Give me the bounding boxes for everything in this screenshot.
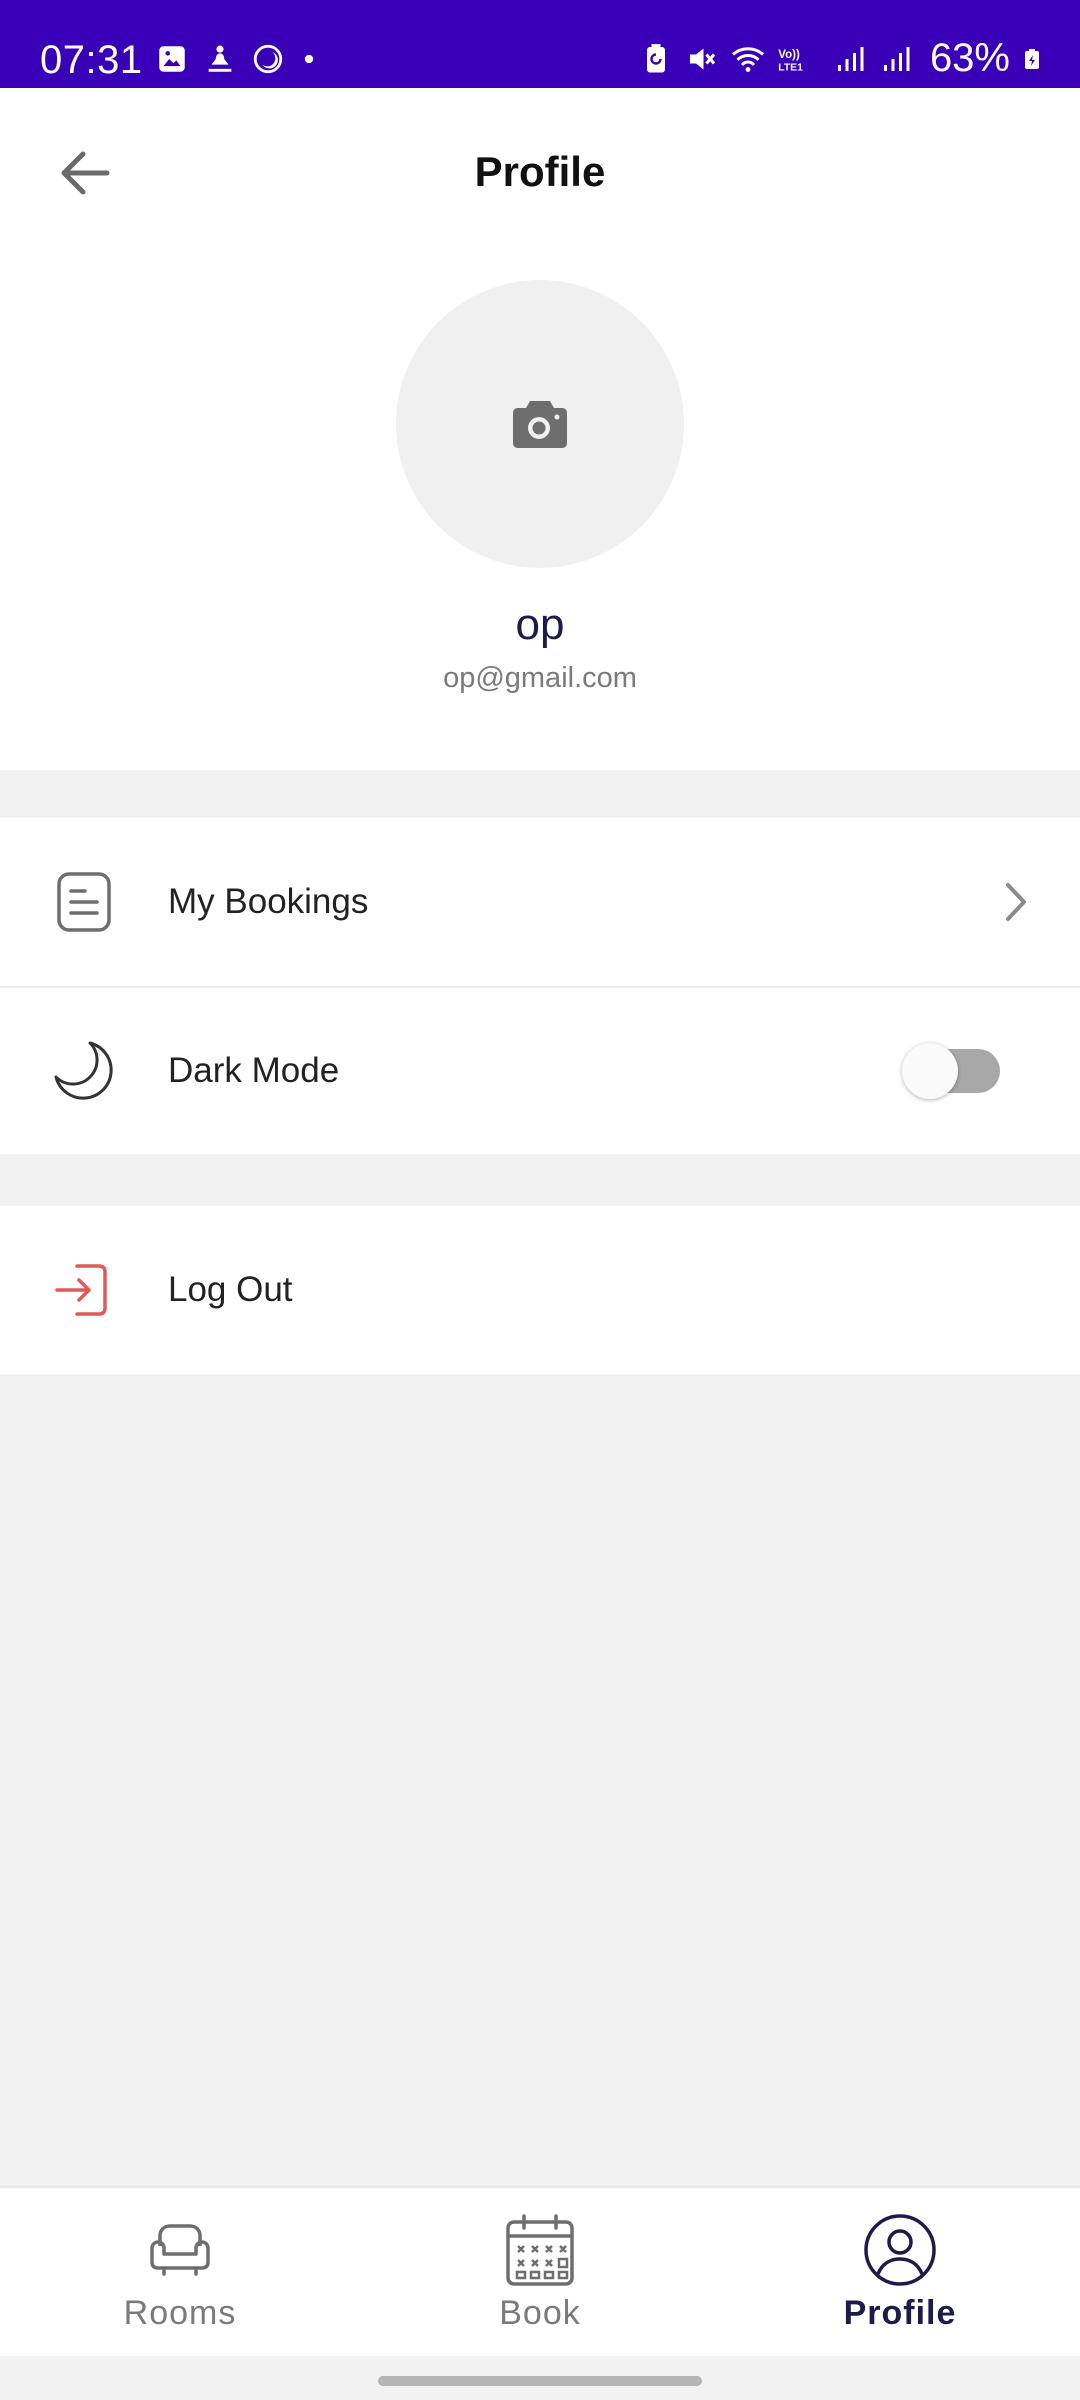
status-time: 07:31 bbox=[40, 38, 143, 82]
nav-item-book[interactable]: Book bbox=[360, 2188, 720, 2356]
svg-text:LTE1: LTE1 bbox=[778, 62, 803, 73]
dark-mode-toggle[interactable] bbox=[902, 1043, 1000, 1099]
signal-icon bbox=[837, 46, 864, 71]
mute-icon bbox=[689, 48, 716, 69]
my-bookings-label: My Bookings bbox=[168, 882, 369, 921]
nav-label-rooms: Rooms bbox=[123, 2294, 237, 2332]
log-out-label: Log Out bbox=[168, 1270, 293, 1309]
nav-item-profile[interactable]: Profile bbox=[720, 2188, 1080, 2356]
calendar-icon bbox=[506, 2214, 574, 2286]
user-email: op@gmail.com bbox=[443, 662, 637, 694]
meditation-icon bbox=[208, 45, 232, 72]
logout-icon bbox=[52, 1258, 116, 1322]
settings-group: My Bookings Dark Mode bbox=[0, 818, 1080, 1154]
profile-card: op op@gmail.com bbox=[0, 260, 1080, 770]
battery-icon bbox=[1025, 48, 1039, 69]
moon-ring-icon bbox=[253, 44, 283, 74]
dark-mode-label: Dark Mode bbox=[168, 1051, 340, 1090]
page-title: Profile bbox=[474, 148, 606, 195]
chevron-right-icon bbox=[1006, 883, 1026, 921]
user-circle-icon bbox=[864, 2214, 936, 2286]
battery-percent: 63% bbox=[929, 36, 1010, 80]
wifi-icon bbox=[731, 46, 764, 72]
my-bookings-row[interactable]: My Bookings bbox=[0, 818, 1080, 986]
user-name: op bbox=[515, 600, 565, 649]
account-group: Log Out bbox=[0, 1206, 1080, 1374]
status-right-icons: Vo)) LTE1 63% bbox=[638, 36, 1044, 81]
dot-icon bbox=[304, 54, 314, 64]
toggle-knob bbox=[902, 1043, 958, 1099]
gesture-area bbox=[0, 2356, 1080, 2400]
volte-icon: Vo)) LTE1 bbox=[778, 48, 803, 73]
signal-icon bbox=[883, 46, 910, 71]
dark-mode-row: Dark Mode bbox=[0, 986, 1080, 1154]
nav-item-rooms[interactable]: Rooms bbox=[0, 2188, 360, 2356]
moon-icon bbox=[52, 1039, 116, 1103]
nav-label-profile: Profile bbox=[843, 2294, 957, 2332]
home-gesture-bar[interactable] bbox=[378, 2376, 702, 2386]
app-header: Profile bbox=[0, 88, 1080, 260]
avatar[interactable] bbox=[396, 280, 684, 568]
status-left-icons bbox=[155, 42, 319, 76]
nav-label-book: Book bbox=[499, 2294, 581, 2332]
svg-text:Vo)): Vo)) bbox=[778, 48, 800, 60]
gallery-icon bbox=[159, 46, 185, 72]
status-bar: 07:31 Vo)) LTE1 63% bbox=[0, 0, 1080, 88]
armchair-icon bbox=[150, 2224, 210, 2276]
document-list-icon bbox=[52, 870, 116, 934]
log-out-row[interactable]: Log Out bbox=[0, 1206, 1080, 1374]
battery-saver-icon bbox=[646, 43, 665, 72]
bottom-nav: Rooms Book Profile bbox=[0, 2186, 1080, 2356]
camera-icon bbox=[513, 401, 567, 448]
